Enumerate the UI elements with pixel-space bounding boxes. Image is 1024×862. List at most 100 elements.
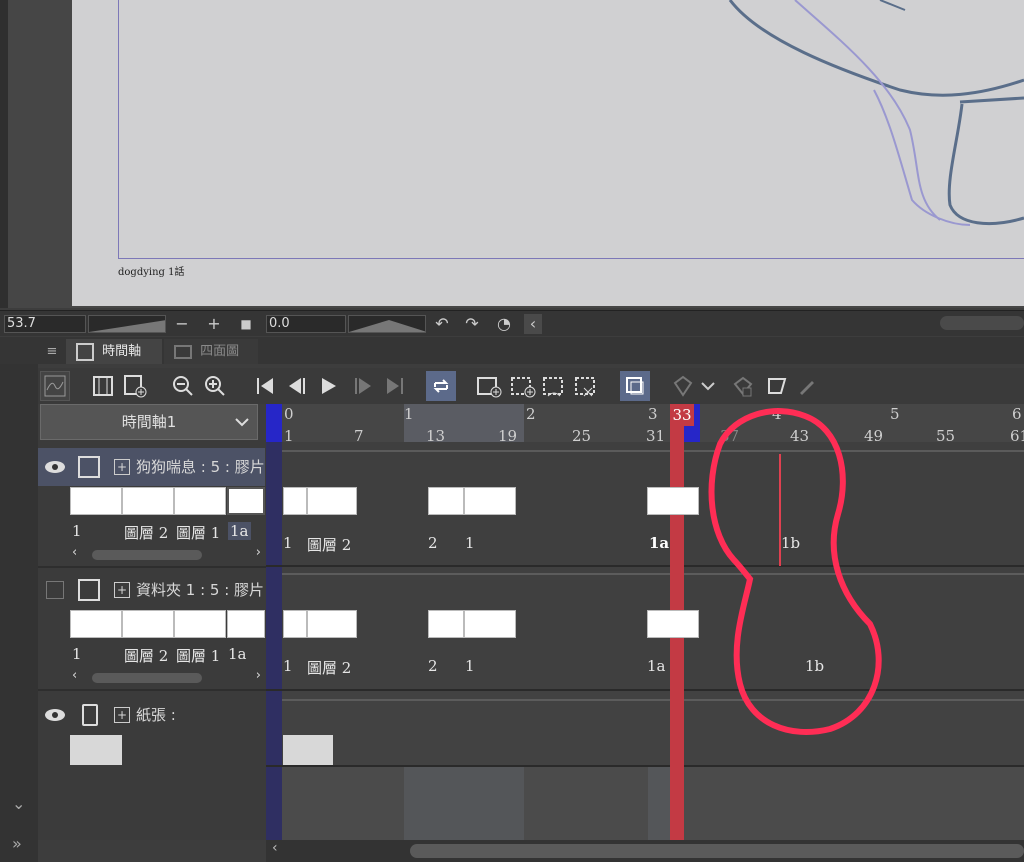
timeline-cel[interactable]: [464, 610, 516, 638]
panel-left-gutter: ⌄ »: [0, 364, 38, 862]
timeline-cel[interactable]: [307, 487, 357, 515]
layer-row-folder-1[interactable]: + 資料夾 1 : 5 : 膠片: [38, 571, 265, 609]
delete-cel-icon[interactable]: [572, 371, 602, 401]
double-down-icon[interactable]: »: [12, 834, 22, 853]
timeline-bottom-scrollbar[interactable]: ‹: [266, 840, 1024, 862]
cel-scrollbar[interactable]: ‹ ›: [70, 668, 265, 685]
layer-name: 紙張 :: [136, 706, 176, 724]
timeline-tab-icon: [76, 342, 94, 361]
paper-timeline-cel[interactable]: [283, 735, 333, 765]
ruler-second: 2: [526, 405, 536, 423]
expand-down-icon[interactable]: ⌄: [12, 794, 25, 813]
chevron-down-icon[interactable]: [698, 371, 718, 401]
add-timeline-icon[interactable]: [120, 371, 150, 401]
cel-thumbnail[interactable]: [70, 610, 122, 638]
timeline-cel[interactable]: [647, 610, 699, 638]
cel-thumbnail[interactable]: [122, 487, 174, 515]
cel-scrollbar[interactable]: ‹ ›: [70, 545, 265, 562]
scroll-thumb[interactable]: [410, 844, 1024, 858]
timeline-ruler[interactable]: 0 1 2 3 4 5 6 1 7 13 19 25 31 37 43 49 5…: [266, 404, 1024, 445]
zoom-in-button[interactable]: +: [204, 314, 224, 334]
cel-label: 圖層 2: [124, 524, 169, 542]
expand-plus-icon[interactable]: +: [114, 459, 130, 475]
timeline-cel[interactable]: [428, 610, 464, 638]
scroll-thumb[interactable]: [92, 550, 202, 560]
delete-keyframe-icon[interactable]: [728, 371, 758, 401]
ruler-frame: 7: [354, 427, 364, 445]
expand-plus-icon[interactable]: +: [114, 582, 130, 598]
last-frame-icon[interactable]: [380, 371, 410, 401]
ruler-frame: 1: [284, 427, 294, 445]
visibility-checkbox[interactable]: [46, 581, 64, 599]
cel-thumbnail[interactable]: [174, 487, 226, 515]
zoom-reset-button[interactable]: ■: [236, 314, 256, 334]
keyframe-icon[interactable]: [668, 371, 698, 401]
onion-skin-icon[interactable]: [620, 371, 650, 401]
rotation-reset-icon[interactable]: ◔: [494, 314, 514, 334]
layer-row-paper[interactable]: + 紙張 :: [38, 696, 265, 734]
new-cel-icon[interactable]: [508, 371, 538, 401]
zoom-out-button[interactable]: −: [172, 314, 192, 334]
rotate-left-icon[interactable]: ↶: [432, 314, 452, 334]
loop-icon[interactable]: [426, 371, 456, 401]
tab-four-view[interactable]: 四面圖: [164, 339, 258, 364]
start-marker[interactable]: [266, 404, 282, 442]
timeline-cel[interactable]: [428, 487, 464, 515]
rotation-field[interactable]: 0.0: [266, 315, 346, 333]
scroll-right-icon[interactable]: ›: [256, 668, 261, 683]
rotation-slider[interactable]: [348, 315, 426, 333]
cel-thumbnail[interactable]: [122, 610, 174, 638]
timeline-cel[interactable]: [283, 487, 307, 515]
cel-label: 1: [72, 522, 82, 540]
pencil-icon[interactable]: [792, 371, 822, 401]
paper-icon: [82, 704, 98, 726]
cel-thumbnail[interactable]: [70, 487, 122, 515]
paper-thumbnail[interactable]: [70, 735, 122, 765]
zoom-field[interactable]: 53.7: [4, 315, 86, 333]
timeline-cel[interactable]: [283, 610, 307, 638]
chevron-down-icon: [235, 418, 249, 427]
timeline-selector[interactable]: 時間軸1: [40, 404, 258, 440]
tab-timeline[interactable]: 時間軸: [66, 339, 162, 364]
cel-label: 1a: [228, 522, 251, 540]
new-animation-folder-icon[interactable]: [474, 371, 504, 401]
timeline-cel-label: 2: [428, 534, 438, 552]
canvas-horizontal-scrollbar[interactable]: [940, 316, 1024, 330]
ruler-second: 3: [648, 405, 658, 423]
specify-cel-icon[interactable]: [540, 371, 570, 401]
cel-label: 1a: [228, 645, 247, 663]
new-timeline-icon[interactable]: [88, 371, 118, 401]
eye-icon[interactable]: [44, 696, 66, 748]
scroll-left-icon[interactable]: ‹: [72, 545, 77, 560]
eye-icon[interactable]: [44, 448, 66, 500]
scroll-thumb[interactable]: [92, 673, 202, 683]
panel-menu-icon[interactable]: ≡: [42, 339, 62, 364]
panel-tab-row: ≡ 時間軸 四面圖: [0, 337, 1024, 364]
zoom-slider[interactable]: [88, 315, 166, 333]
next-frame-icon[interactable]: [348, 371, 378, 401]
prev-frame-icon[interactable]: [282, 371, 312, 401]
timeline-cel-label: 1: [283, 657, 293, 675]
layer-row-dog-pant[interactable]: + 狗狗喘息 : 5 : 膠片: [38, 448, 265, 486]
graph-toggle-icon[interactable]: [40, 371, 70, 401]
first-frame-icon[interactable]: [250, 371, 280, 401]
play-icon[interactable]: [314, 371, 344, 401]
scroll-right-icon[interactable]: ›: [256, 545, 261, 560]
expand-plus-icon[interactable]: +: [114, 707, 130, 723]
timeline-cel[interactable]: [464, 487, 516, 515]
zoom-in-icon[interactable]: [200, 371, 230, 401]
scroll-left-icon[interactable]: ‹: [272, 840, 278, 856]
canvas-left-strip: [0, 0, 8, 308]
timeline-frames-area[interactable]: [266, 404, 1024, 840]
cel-thumbnail-selected[interactable]: [227, 487, 265, 515]
timeline-cel[interactable]: [647, 487, 699, 515]
ruler-second: 6: [1012, 405, 1022, 423]
zoom-out-icon[interactable]: [168, 371, 198, 401]
cel-thumbnail[interactable]: [174, 610, 226, 638]
collapse-arrow-button[interactable]: ‹: [524, 314, 542, 334]
rotate-right-icon[interactable]: ↷: [462, 314, 482, 334]
light-table-icon[interactable]: [762, 371, 792, 401]
scroll-left-icon[interactable]: ‹: [72, 668, 77, 683]
cel-thumbnail[interactable]: [227, 610, 265, 638]
timeline-cel[interactable]: [307, 610, 357, 638]
